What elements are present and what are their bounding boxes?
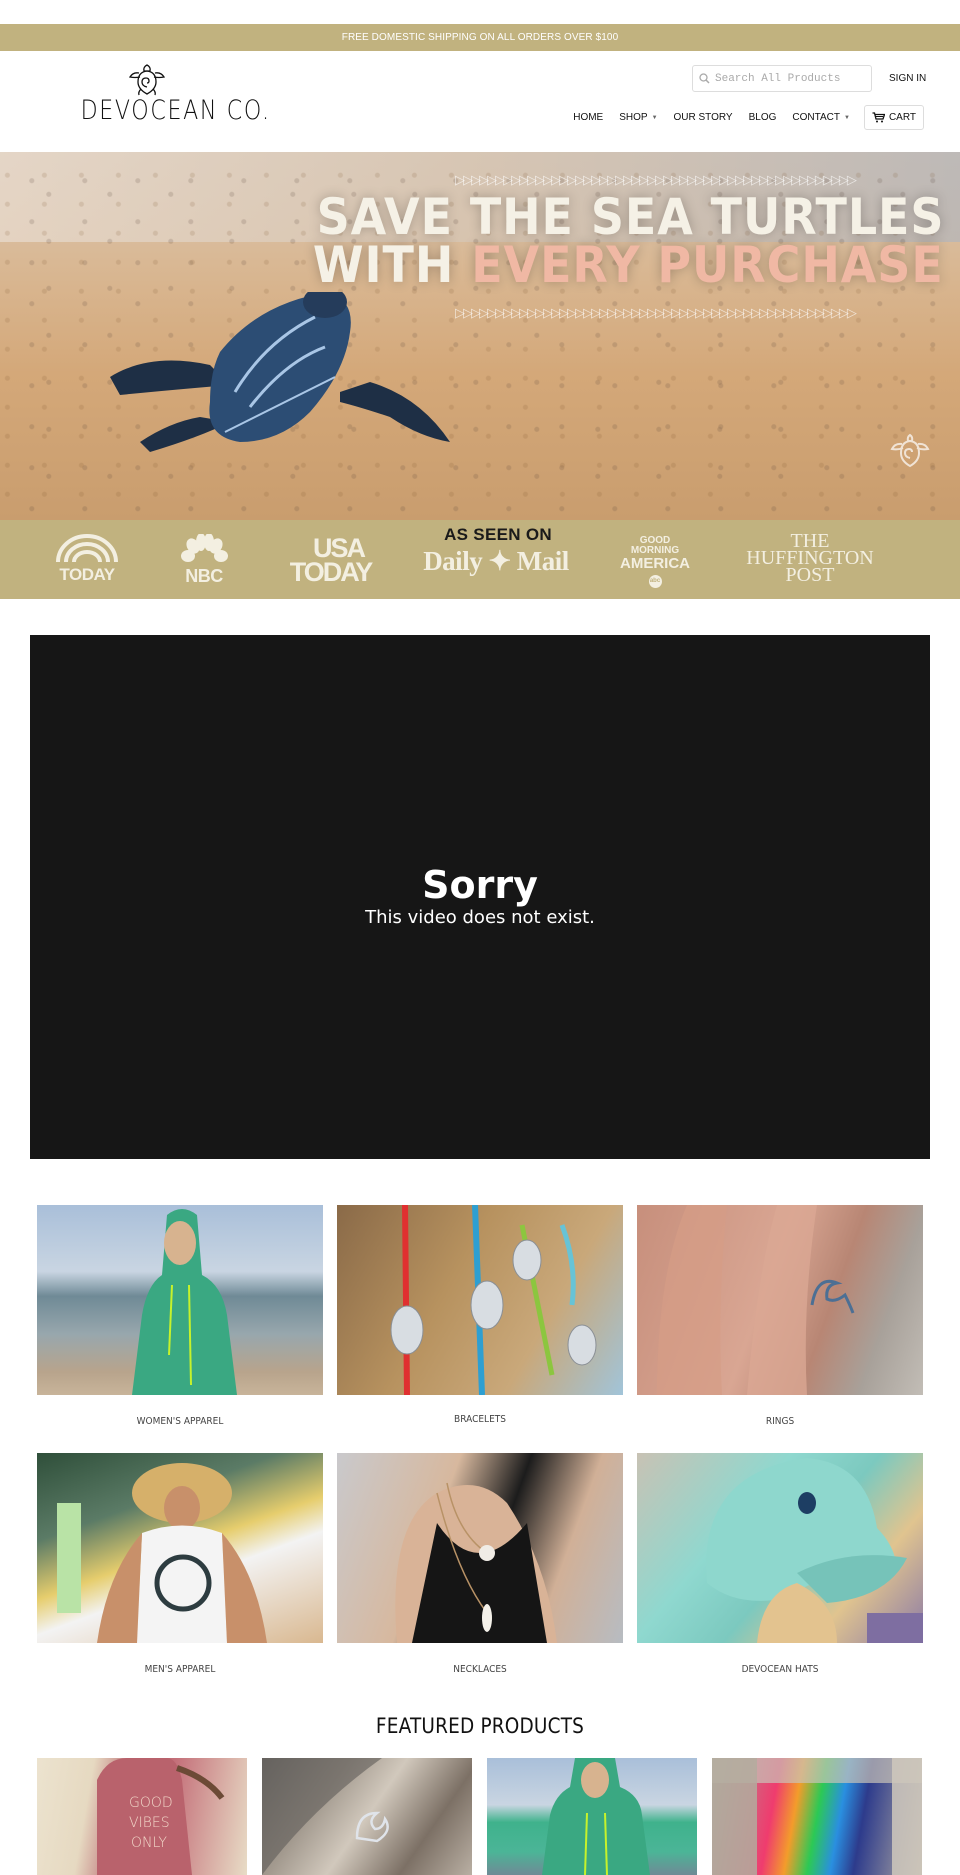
category-image: [337, 1205, 623, 1395]
huff-line3: POST: [785, 564, 835, 586]
nav-label: HOME: [573, 112, 604, 123]
hero-headline-plain: WITH: [313, 236, 472, 294]
category-mens-apparel[interactable]: MEN'S APPAREL: [37, 1453, 323, 1675]
hero-decoration-bottom: ▷▷▷▷▷▷▷▷▷▷▷▷▷▷▷▷▷▷▷▷▷▷▷▷▷▷▷▷▷▷▷▷▷▷▷▷▷▷▷▷…: [455, 305, 857, 319]
category-bracelets[interactable]: BRACELETS: [337, 1205, 623, 1425]
nav-label: SHOP: [619, 112, 648, 123]
product-image-hoodie: [542, 1758, 650, 1875]
cart-icon: [872, 112, 885, 123]
product-image-bracelets: [712, 1758, 922, 1875]
sign-in-link[interactable]: SIGN IN: [889, 73, 926, 84]
category-image: [37, 1205, 323, 1395]
category-devocean-hats[interactable]: DEVOCEAN HATS: [637, 1453, 923, 1675]
turtle-icon: [128, 64, 166, 96]
category-label: WOMEN'S APPAREL: [136, 1416, 224, 1427]
featured-products-title: FEATURED PRODUCTS: [375, 1714, 585, 1738]
category-necklaces[interactable]: NECKLACES: [337, 1453, 623, 1675]
video-error-title: Sorry: [422, 863, 538, 907]
today-logo: TODAY: [52, 534, 122, 585]
category-label: RINGS: [765, 1416, 795, 1427]
category-label: BRACELETS: [454, 1414, 506, 1425]
category-label: MEN'S APPAREL: [144, 1664, 216, 1675]
turtle-watermark-icon: [890, 433, 930, 468]
search-icon: [699, 73, 710, 84]
as-seen-on-band: AS SEEN ON TODAY NBC USA TODAY Daily ✦ M…: [0, 520, 960, 599]
chevron-down-icon: ▼: [844, 114, 850, 121]
gma-line3: AMERICA: [620, 555, 690, 572]
search-box[interactable]: [692, 65, 872, 92]
nav-blog[interactable]: BLOG: [749, 112, 777, 123]
nav-contact[interactable]: CONTACT ▼: [792, 112, 850, 123]
bracelets-image: [390, 1205, 597, 1395]
hero-banner[interactable]: ▷▷▷▷▷▷▷▷▷▷▷▷▷▷▷▷▷▷▷▷▷▷▷▷▷▷▷▷▷▷▷▷▷▷▷▷▷▷▷▷…: [0, 152, 960, 520]
site-header: DEVOCEAN CO. SIGN IN HOME SHOP ▼ OUR STO…: [0, 51, 960, 152]
nbc-text: NBC: [185, 566, 223, 586]
category-label: DEVOCEAN HATS: [741, 1664, 819, 1675]
huffington-post-logo: THE HUFFINGTON POST: [730, 531, 890, 586]
search-input[interactable]: [715, 72, 865, 85]
usa-today-logo: USA TODAY: [283, 535, 378, 587]
hero-headline-accent: EVERY PURCHASE: [471, 236, 944, 294]
product-card[interactable]: GOOD VIBES ONLY: [37, 1758, 247, 1875]
nbc-peacock-icon: [181, 533, 228, 562]
product-card[interactable]: [487, 1758, 697, 1875]
product-card[interactable]: [712, 1758, 922, 1875]
womens-apparel-image: [132, 1209, 237, 1395]
category-label: NECKLACES: [453, 1664, 507, 1675]
product-image-ring: [262, 1758, 389, 1875]
nav-label: OUR STORY: [673, 112, 733, 123]
nav-label: CONTACT: [792, 112, 840, 123]
category-rings[interactable]: RINGS: [637, 1205, 923, 1427]
necklaces-image: [395, 1482, 557, 1643]
mens-apparel-image: [57, 1463, 267, 1643]
category-image: [337, 1453, 623, 1643]
product-print-text: GOOD VIBES ONLY: [129, 1795, 173, 1851]
nbc-logo: NBC: [176, 533, 232, 587]
today-rainbow-icon: [56, 534, 118, 563]
cart-button[interactable]: CART: [863, 105, 924, 130]
category-womens-apparel[interactable]: WOMEN'S APPAREL: [37, 1205, 323, 1427]
category-image: [637, 1453, 923, 1643]
category-image: [637, 1205, 923, 1395]
rings-image: [657, 1205, 855, 1395]
promo-text: FREE DOMESTIC SHIPPING ON ALL ORDERS OVE…: [341, 32, 619, 43]
category-image: [37, 1453, 323, 1643]
hero-decoration-top: ▷▷▷▷▷▷▷▷▷▷▷▷▷▷▷▷▷▷▷▷▷▷▷▷▷▷▷▷▷▷▷▷▷▷▷▷▷▷▷▷…: [455, 172, 857, 186]
video-embed[interactable]: Sorry This video does not exist.: [30, 635, 930, 1159]
usa-today-text: TODAY: [289, 557, 374, 587]
promo-bar: FREE DOMESTIC SHIPPING ON ALL ORDERS OVE…: [0, 24, 960, 51]
brand-name: DEVOCEAN CO.: [80, 95, 271, 126]
product-card[interactable]: [262, 1758, 472, 1875]
good-morning-america-logo: GOOD MORNING AMERICA abc: [615, 536, 695, 588]
today-text: TODAY: [59, 565, 115, 584]
video-error-message: Sorry This video does not exist.: [30, 863, 930, 928]
nav-shop[interactable]: SHOP ▼: [619, 112, 657, 123]
nav-home[interactable]: HOME: [573, 112, 603, 123]
abc-badge: abc: [648, 575, 662, 588]
nav-our-story[interactable]: OUR STORY: [674, 112, 733, 123]
chevron-down-icon: ▼: [651, 114, 658, 121]
main-nav: HOME SHOP ▼ OUR STORY BLOG CONTACT ▼ CAR…: [557, 105, 924, 130]
hero-headline-line2: WITH EVERY PURCHASE: [313, 236, 944, 294]
logo-link[interactable]: DEVOCEAN CO.: [66, 63, 271, 135]
video-error-text: This video does not exist.: [365, 907, 595, 928]
nav-label: BLOG: [748, 112, 777, 123]
daily-mail-logo: Daily ✦ Mail: [423, 546, 569, 576]
cart-label: CART: [888, 112, 916, 123]
hats-image: [706, 1458, 923, 1643]
